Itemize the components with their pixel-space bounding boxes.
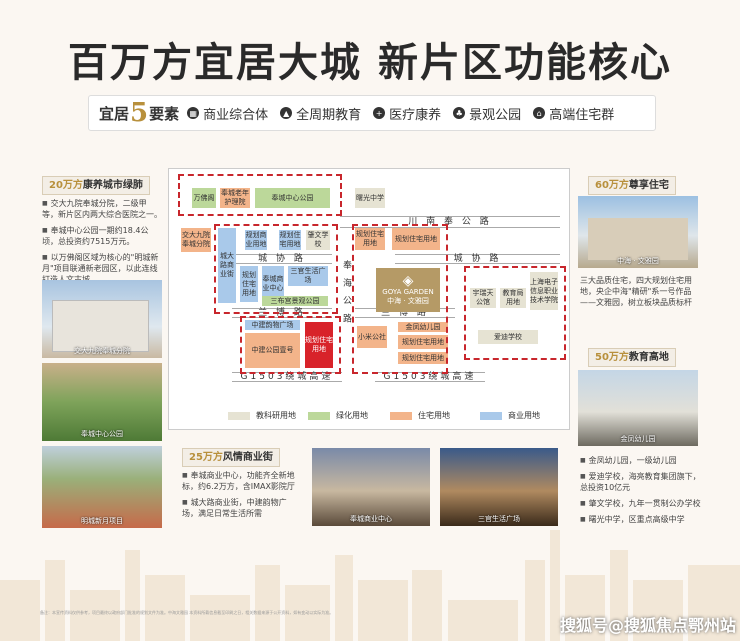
medical-cross-icon: +	[373, 107, 386, 119]
five-number: 5	[130, 98, 149, 128]
right-note-1: 三大品质住宅，四大规划住宅用地，央企中海"精研"系一号作品——文雅园，树立板块品…	[580, 276, 692, 307]
right-notes-2: 金凤幼儿园，一级幼儿园 爱迪学校，海亮教育集团旗下，总投资10亿元 肇文学校，九…	[580, 455, 702, 530]
legend-green: 绿化用地	[308, 410, 368, 421]
kindergarten-photo: 金凤幼儿园	[578, 370, 698, 446]
dashed-zone-residential	[352, 224, 448, 374]
page-title: 百万方宜居大城 新片区功能核心	[68, 40, 672, 86]
left-note-2: 奉城中心公园一期约18.4公顷，总投资约7515万元。	[42, 225, 162, 247]
tag-commercial: ▦ 商业综合体	[187, 104, 268, 123]
commercial-center-photo: 奉城商业中心	[312, 448, 430, 526]
park-photo: 奉城中心公园	[42, 363, 162, 441]
tag-housing: ⌂ 高端住宅群	[533, 104, 614, 123]
left-notes: 交大九院奉城分院，二级甲等，新片区内两大综合医院之一。 奉城中心公园一期约18.…	[42, 198, 162, 290]
dashed-zone-health	[178, 174, 342, 216]
legend-residential: 住宅用地	[390, 410, 450, 421]
house-icon: ⌂	[533, 107, 546, 119]
right-header-2: 50万方教育高地	[588, 348, 676, 367]
watermark: 搜狐号@搜狐焦点鄂州站	[560, 616, 737, 635]
block-jiaoda-hospital: 交大九院奉城分院	[181, 228, 211, 252]
legend-commercial: 商业用地	[480, 410, 540, 421]
residence-photo: 中海 · 文雅园	[578, 196, 698, 268]
sanguan-plaza-photo: 三官生活广场	[440, 448, 558, 526]
moon-city-photo: 明城新月项目	[42, 446, 162, 528]
bottom-notes: 奉城商业中心，功能齐全新地标，约6.2万方，含IMAX影院厅 城大路商业街，中建…	[182, 470, 300, 524]
building-icon: ▦	[187, 107, 200, 119]
tag-education: ▲ 全周期教育	[280, 104, 361, 123]
park-icon: ♣	[453, 107, 466, 119]
dashed-zone-education	[464, 266, 566, 360]
tag-medical: + 医疗康养	[373, 104, 441, 123]
hospital-photo: 交大九院奉城分院	[42, 280, 162, 358]
dashed-zone-commercial	[214, 224, 338, 314]
bottom-header: 25万方风情商业街	[182, 448, 280, 467]
dashed-zone-commercial-2	[240, 316, 341, 374]
right-header-1: 60万方尊享住宅	[588, 176, 676, 195]
tag-park: ♣ 景观公园	[453, 104, 521, 123]
legend-edu: 教科研用地	[228, 410, 296, 421]
block-shuguang: 曙光中学	[355, 188, 385, 208]
livability-elements-bar: 宜居 5 要素 ▦ 商业综合体 ▲ 全周期教育 + 医疗康养 ♣ 景观公园 ⌂ 高端住宅群	[88, 95, 656, 131]
left-header: 20万方康养城市绿肺	[42, 176, 150, 195]
left-note-1: 交大九院奉城分院，二级甲等，新片区内两大综合医院之一。	[42, 198, 162, 220]
tagbar-heading: 宜居 5 要素	[99, 98, 180, 128]
graduation-cap-icon: ▲	[280, 107, 293, 119]
